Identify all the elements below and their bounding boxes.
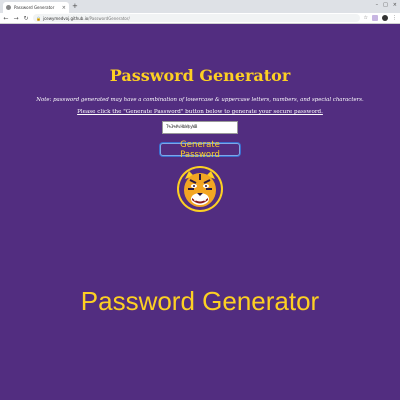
tab-close-icon[interactable]: × (62, 5, 66, 11)
window-controls: – □ × (376, 2, 397, 8)
password-output[interactable]: T%3%#vHbW$yWB (162, 121, 238, 134)
toolbar-icons: ☆ ⋮ (364, 15, 397, 21)
forward-icon[interactable]: → (13, 15, 19, 22)
tab-title: Password Generator (14, 5, 55, 10)
url-path: /PasswordGenerator/ (88, 15, 130, 21)
favicon-icon (6, 5, 11, 10)
tab-strip: Password Generator × + – □ × (0, 0, 400, 13)
instruction-text: Please click the "Generate Password" but… (77, 109, 323, 115)
caption-title: Password Generator (80, 286, 320, 316)
maximize-button[interactable]: □ (383, 2, 388, 8)
lock-icon: 🔒 (36, 15, 41, 21)
menu-icon[interactable]: ⋮ (392, 15, 397, 21)
generate-password-button[interactable]: Generate Password (160, 140, 240, 160)
profile-avatar-icon[interactable] (382, 15, 388, 21)
back-icon[interactable]: ← (3, 15, 9, 22)
note-text: Note: password generated may have a comb… (36, 97, 364, 103)
address-bar[interactable]: 🔒 jcewymedvoj.github.io /PasswordGenerat… (33, 14, 360, 22)
tiger-head-icon (177, 166, 223, 212)
minimize-button[interactable]: – (376, 2, 379, 8)
star-icon[interactable]: ☆ (364, 15, 368, 21)
close-window-button[interactable]: × (393, 2, 397, 8)
extension-icon[interactable] (372, 15, 378, 21)
reload-icon[interactable]: ↻ (23, 15, 29, 22)
new-tab-button[interactable]: + (72, 2, 78, 11)
browser-toolbar: ← → ↻ 🔒 jcewymedvoj.github.io /PasswordG… (0, 13, 400, 24)
browser-tab[interactable]: Password Generator × (3, 2, 69, 13)
url-host: jcewymedvoj.github.io (42, 15, 89, 21)
browser-chrome: Password Generator × + – □ × ← → ↻ 🔒 jce… (0, 0, 400, 60)
page-title: Password Generator (109, 66, 291, 85)
